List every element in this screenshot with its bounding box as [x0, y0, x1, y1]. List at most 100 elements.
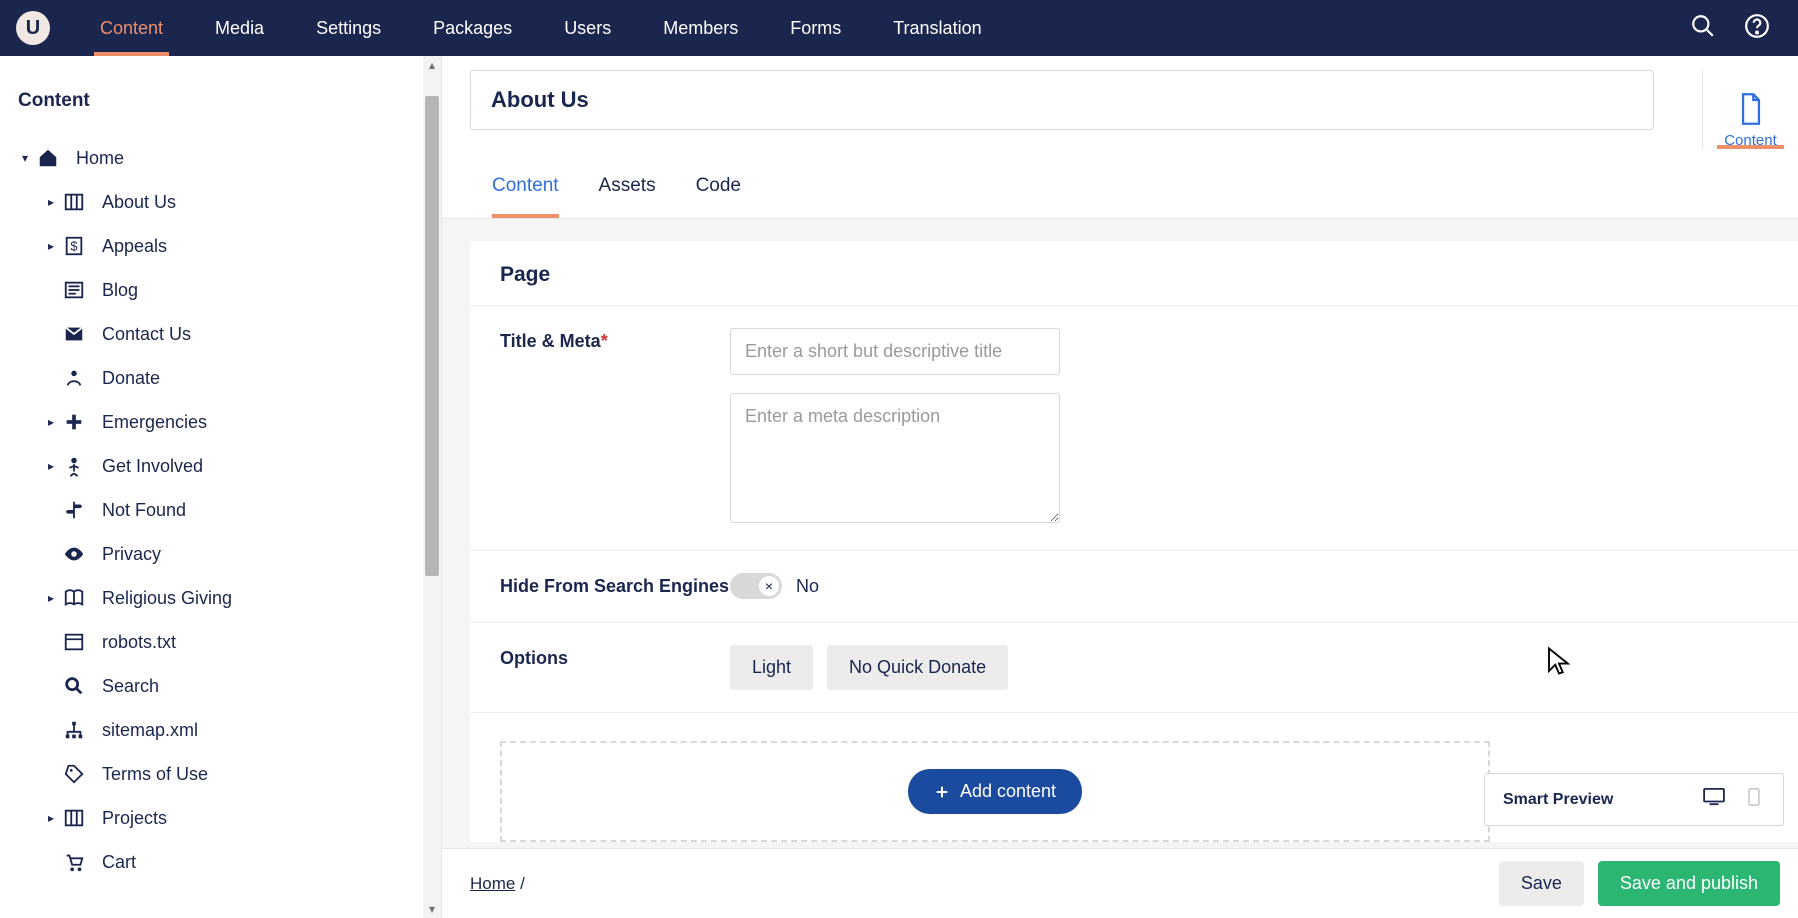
caret-right-icon[interactable]: ▸	[44, 196, 58, 208]
tree-node-label: Donate	[102, 369, 160, 387]
label-title-meta: Title & Meta*	[500, 328, 730, 528]
tree-node-label: Appeals	[102, 237, 167, 255]
cart-icon	[60, 851, 88, 873]
nav-forms[interactable]: Forms	[764, 0, 867, 56]
hide-from-search-toggle[interactable]: ×	[730, 573, 782, 599]
help-icon[interactable]	[1744, 13, 1770, 44]
tree-node-get-involved[interactable]: ▸ Get Involved	[44, 444, 441, 488]
tree-node-donate[interactable]: Donate	[44, 356, 441, 400]
tree-node-home[interactable]: ▾ Home	[18, 136, 441, 180]
top-navbar: U Content Media Settings Packages Users …	[0, 0, 1798, 56]
save-button[interactable]: Save	[1499, 861, 1584, 906]
nav-settings[interactable]: Settings	[290, 0, 407, 56]
document-title[interactable]: About Us	[470, 70, 1654, 130]
document-icon	[1737, 92, 1765, 126]
tree-node-not-found[interactable]: Not Found	[44, 488, 441, 532]
tree-icon	[60, 719, 88, 741]
eye-icon	[60, 543, 88, 565]
tree-node-label: Privacy	[102, 545, 161, 563]
tree-node-label: Religious Giving	[102, 589, 232, 607]
scrollbar-thumb[interactable]	[425, 96, 439, 576]
tree-node-emergencies[interactable]: ▸ Emergencies	[44, 400, 441, 444]
tree-node-label: Not Found	[102, 501, 186, 519]
search-icon	[60, 675, 88, 697]
tree-node-label: Cart	[102, 853, 136, 871]
scroll-down-icon[interactable]: ▾	[425, 902, 439, 916]
tree-node-label: Blog	[102, 281, 138, 299]
tree-node-blog[interactable]: Blog	[44, 268, 441, 312]
smart-preview-card: Smart Preview	[1484, 773, 1784, 826]
meta-description-input[interactable]	[730, 393, 1060, 523]
news-icon	[60, 279, 88, 301]
signpost-icon	[60, 499, 88, 521]
book-icon	[60, 587, 88, 609]
tree-node-privacy[interactable]: Privacy	[44, 532, 441, 576]
tree-node-about-us[interactable]: ▸About Us	[44, 180, 441, 224]
tree-node-label: Terms of Use	[102, 765, 208, 783]
option-no-quick-donate-chip[interactable]: No Quick Donate	[827, 645, 1008, 690]
tree-node-label: Emergencies	[102, 413, 207, 431]
sidebar-scrollbar[interactable]: ▴ ▾	[423, 56, 441, 918]
nav-content[interactable]: Content	[74, 0, 189, 56]
window-icon	[60, 631, 88, 653]
tree-node-label: Projects	[102, 809, 167, 827]
hands-icon	[60, 367, 88, 389]
sidebar-title: Content	[18, 76, 441, 136]
tree-node-robots-txt[interactable]: robots.txt	[44, 620, 441, 664]
home-icon	[34, 147, 62, 169]
caret-right-icon[interactable]: ▸	[44, 416, 58, 428]
editor-footer: Home / Save Save and publish	[442, 848, 1798, 918]
caret-right-icon[interactable]: ▸	[44, 240, 58, 252]
option-light-chip[interactable]: Light	[730, 645, 813, 690]
scroll-up-icon[interactable]: ▴	[425, 58, 439, 72]
tree-node-sitemap-xml[interactable]: sitemap.xml	[44, 708, 441, 752]
pricetag-icon	[60, 763, 88, 785]
tree-node-cart[interactable]: Cart	[44, 840, 441, 884]
tree-node-label: robots.txt	[102, 633, 176, 651]
search-icon[interactable]	[1690, 13, 1716, 44]
person-icon	[60, 455, 88, 477]
breadcrumb-separator: /	[520, 874, 525, 893]
desktop-preview-icon[interactable]	[1703, 788, 1725, 811]
tree-node-projects[interactable]: ▸ Projects	[44, 796, 441, 840]
section-heading-page: Page	[470, 241, 1798, 305]
tree-node-search[interactable]: Search	[44, 664, 441, 708]
tree-node-label: Contact Us	[102, 325, 191, 343]
tree-node-appeals[interactable]: ▸ $ Appeals	[44, 224, 441, 268]
mail-icon	[60, 323, 88, 345]
app-logo[interactable]: U	[16, 11, 50, 45]
add-content-dropzone[interactable]: Add content	[500, 741, 1490, 842]
toggle-value-label: No	[796, 576, 819, 597]
caret-right-icon[interactable]: ▸	[44, 460, 58, 472]
nav-users[interactable]: Users	[538, 0, 637, 56]
nav-media[interactable]: Media	[189, 0, 290, 56]
label-hide-search: Hide From Search Engines	[500, 573, 730, 600]
nav-translation[interactable]: Translation	[867, 0, 1007, 56]
caret-right-icon[interactable]: ▸	[44, 592, 58, 604]
tab-assets[interactable]: Assets	[599, 175, 656, 218]
smart-preview-label: Smart Preview	[1503, 791, 1613, 809]
editor-tabs: Content Assets Code	[442, 149, 1798, 219]
mobile-preview-icon[interactable]	[1743, 788, 1765, 811]
title-input[interactable]	[730, 328, 1060, 375]
content-app-tab[interactable]: Content	[1702, 70, 1798, 149]
caret-right-icon[interactable]: ▸	[44, 812, 58, 824]
tree-node-religious-giving[interactable]: ▸ Religious Giving	[44, 576, 441, 620]
add-content-button[interactable]: Add content	[908, 769, 1082, 814]
breadcrumb-home[interactable]: Home	[470, 874, 515, 893]
tree-node-label: Get Involved	[102, 457, 203, 475]
tree-node-contact-us[interactable]: Contact Us	[44, 312, 441, 356]
tab-code[interactable]: Code	[696, 175, 741, 218]
save-and-publish-button[interactable]: Save and publish	[1598, 861, 1780, 906]
nav-members[interactable]: Members	[637, 0, 764, 56]
caret-down-icon[interactable]: ▾	[18, 152, 32, 164]
columns-icon	[60, 191, 88, 213]
dollar-icon: $	[60, 235, 88, 257]
svg-text:$: $	[70, 239, 77, 254]
nav-packages[interactable]: Packages	[407, 0, 538, 56]
columns-icon	[60, 807, 88, 829]
label-options: Options	[500, 645, 730, 690]
tab-content[interactable]: Content	[492, 175, 559, 218]
plus-icon	[60, 411, 88, 433]
tree-node-terms-of-use[interactable]: Terms of Use	[44, 752, 441, 796]
